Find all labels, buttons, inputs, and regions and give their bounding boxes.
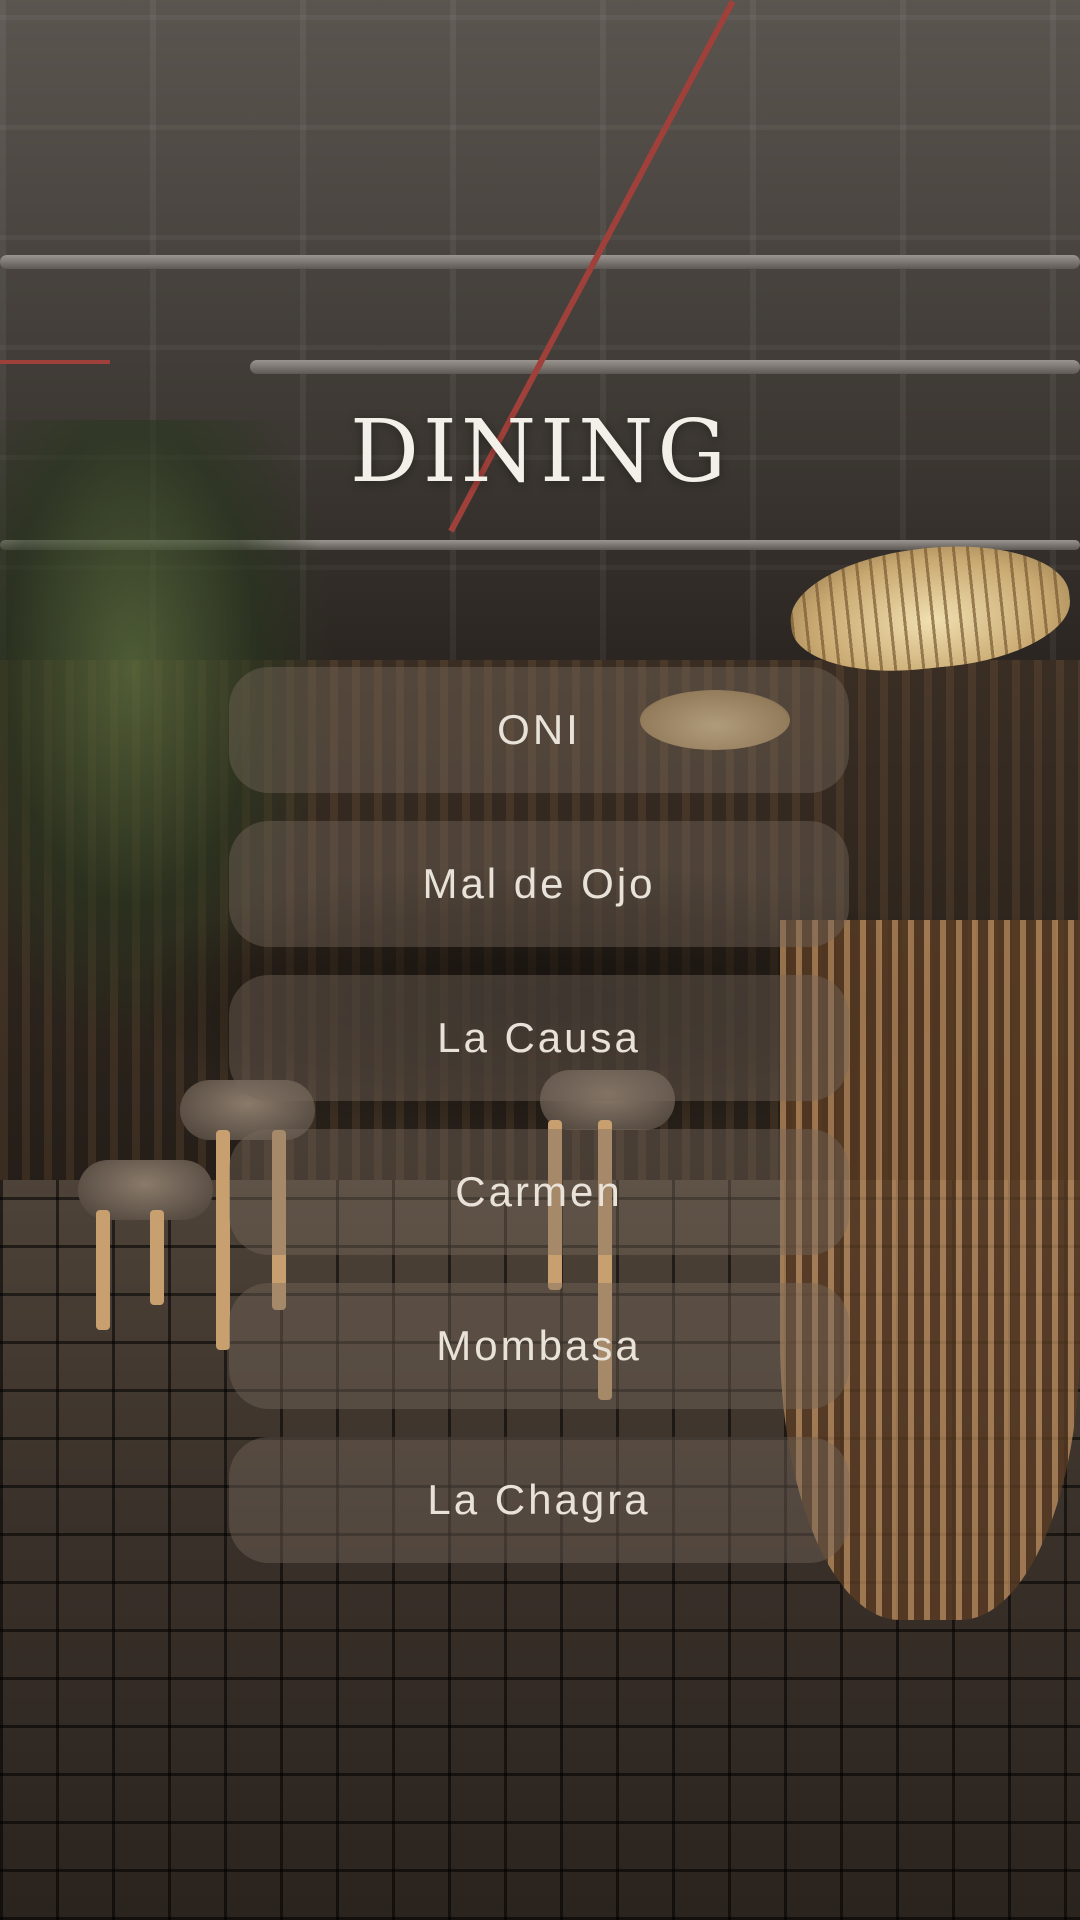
ceiling-pipe <box>0 255 1080 269</box>
restaurant-background-photo <box>0 0 1080 1920</box>
restaurant-button-oni[interactable]: ONI <box>229 667 849 793</box>
restaurant-button-la-chagra[interactable]: La Chagra <box>229 1437 849 1563</box>
restaurant-button-carmen[interactable]: Carmen <box>229 1129 849 1255</box>
stool-leg <box>150 1210 164 1305</box>
restaurant-button-mombasa[interactable]: Mombasa <box>229 1283 849 1409</box>
restaurant-button-mal-de-ojo[interactable]: Mal de Ojo <box>229 821 849 947</box>
stool-leg <box>96 1210 110 1330</box>
page-title: DINING <box>349 402 731 502</box>
stool-leg <box>216 1130 230 1350</box>
ceiling-pipe <box>250 360 1080 374</box>
restaurant-button-la-causa[interactable]: La Causa <box>229 975 849 1101</box>
red-sprinkler-pipe <box>0 360 110 364</box>
